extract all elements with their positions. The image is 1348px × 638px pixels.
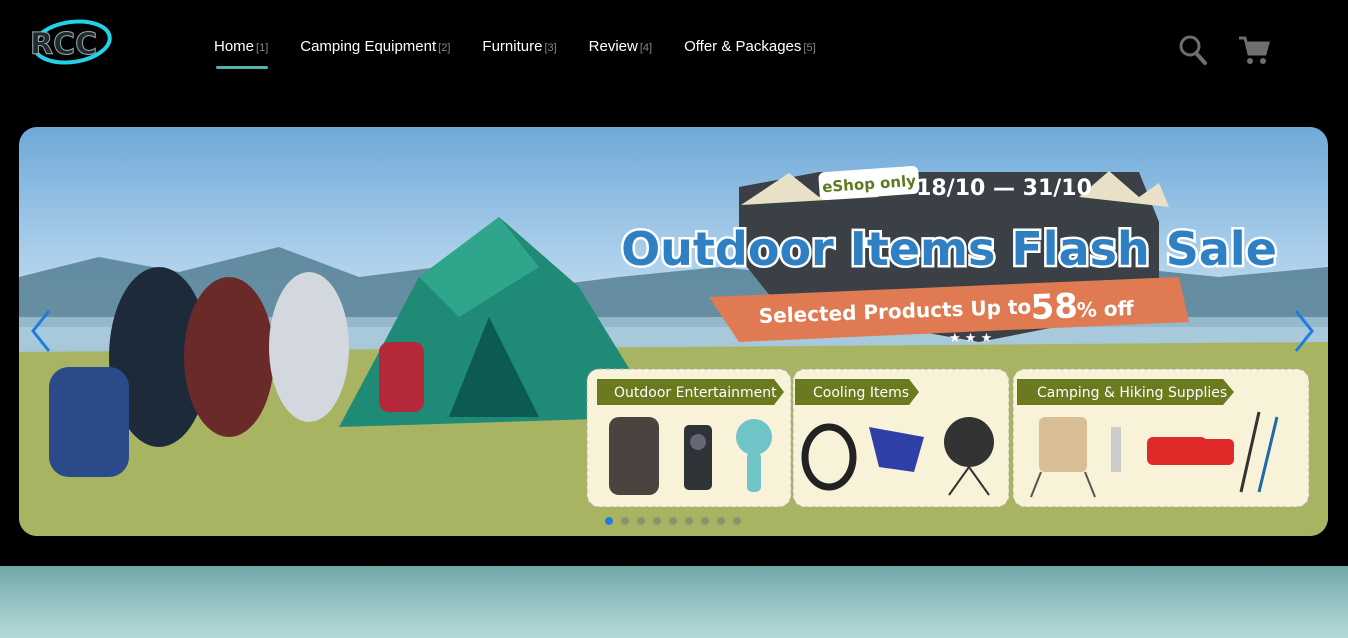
carousel-next-arrow[interactable]: [1290, 307, 1318, 355]
panel-outdoor-label: Outdoor Entertainment: [614, 385, 777, 401]
nav-home[interactable]: Home [1]: [214, 38, 269, 69]
carousel-dot[interactable]: [669, 517, 677, 525]
nav-furniture-label: Furniture: [482, 38, 543, 55]
nav-home-num: [1]: [256, 42, 269, 54]
main-nav: Home [1] Camping Equipment [2] Furniture [3…: [214, 38, 848, 69]
nav-offer-label: Offer & Packages: [684, 38, 802, 55]
carousel-dot[interactable]: [717, 517, 725, 525]
carousel-dot[interactable]: [605, 517, 613, 525]
next-section: [0, 566, 1348, 638]
banner-artwork: eShop only 18/10 — 31/10 Outdoor Items F…: [19, 165, 1328, 536]
stars-icon: ★ ★ ★: [949, 331, 992, 346]
carousel-dot[interactable]: [701, 517, 709, 525]
nav-camping-label: Camping Equipment: [300, 38, 437, 55]
carousel-prev-arrow[interactable]: [27, 307, 55, 355]
nav-furniture-num: [3]: [544, 42, 557, 54]
hero-banner[interactable]: eShop only 18/10 — 31/10 Outdoor Items F…: [19, 127, 1328, 536]
logo[interactable]: RCC: [24, 14, 116, 70]
nav-home-label: Home: [214, 38, 255, 55]
banner-discount: 58: [1030, 286, 1079, 328]
panel-cooling-label: Cooling Items: [813, 385, 909, 401]
panel-camping-hiking: Camping & Hiking Supplies: [1012, 368, 1310, 508]
nav-review-num: [4]: [639, 42, 653, 54]
panel-camping-label: Camping & Hiking Supplies: [1037, 385, 1227, 401]
carousel-dot[interactable]: [653, 517, 661, 525]
nav-review-label: Review: [588, 38, 638, 55]
nav-review[interactable]: Review [4]: [589, 38, 652, 55]
panel-outdoor-entertainment: Outdoor Entertainment: [586, 368, 792, 508]
carousel-dot[interactable]: [733, 517, 741, 525]
nav-camping-equipment[interactable]: Camping Equipment [2]: [300, 38, 450, 55]
nav-offer-num: [5]: [803, 42, 816, 54]
carousel-dot[interactable]: [637, 517, 645, 525]
banner-title: Outdoor Items Flash Sale: [621, 222, 1277, 276]
banner-discount-suffix: % off: [1076, 296, 1135, 322]
cart-icon[interactable]: [1238, 34, 1270, 71]
logo-text: RCC: [30, 27, 97, 62]
nav-offer-packages[interactable]: Offer & Packages [5]: [684, 38, 816, 55]
banner-dates: 18/10 — 31/10: [916, 176, 1092, 201]
panel-cooling-items: Cooling Items: [792, 368, 1010, 508]
carousel-dot[interactable]: [685, 517, 693, 525]
nav-camping-num: [2]: [438, 42, 451, 54]
nav-furniture[interactable]: Furniture [3]: [482, 38, 556, 55]
carousel-dot[interactable]: [621, 517, 629, 525]
carousel-dots: [605, 517, 741, 525]
search-icon[interactable]: [1178, 34, 1208, 71]
